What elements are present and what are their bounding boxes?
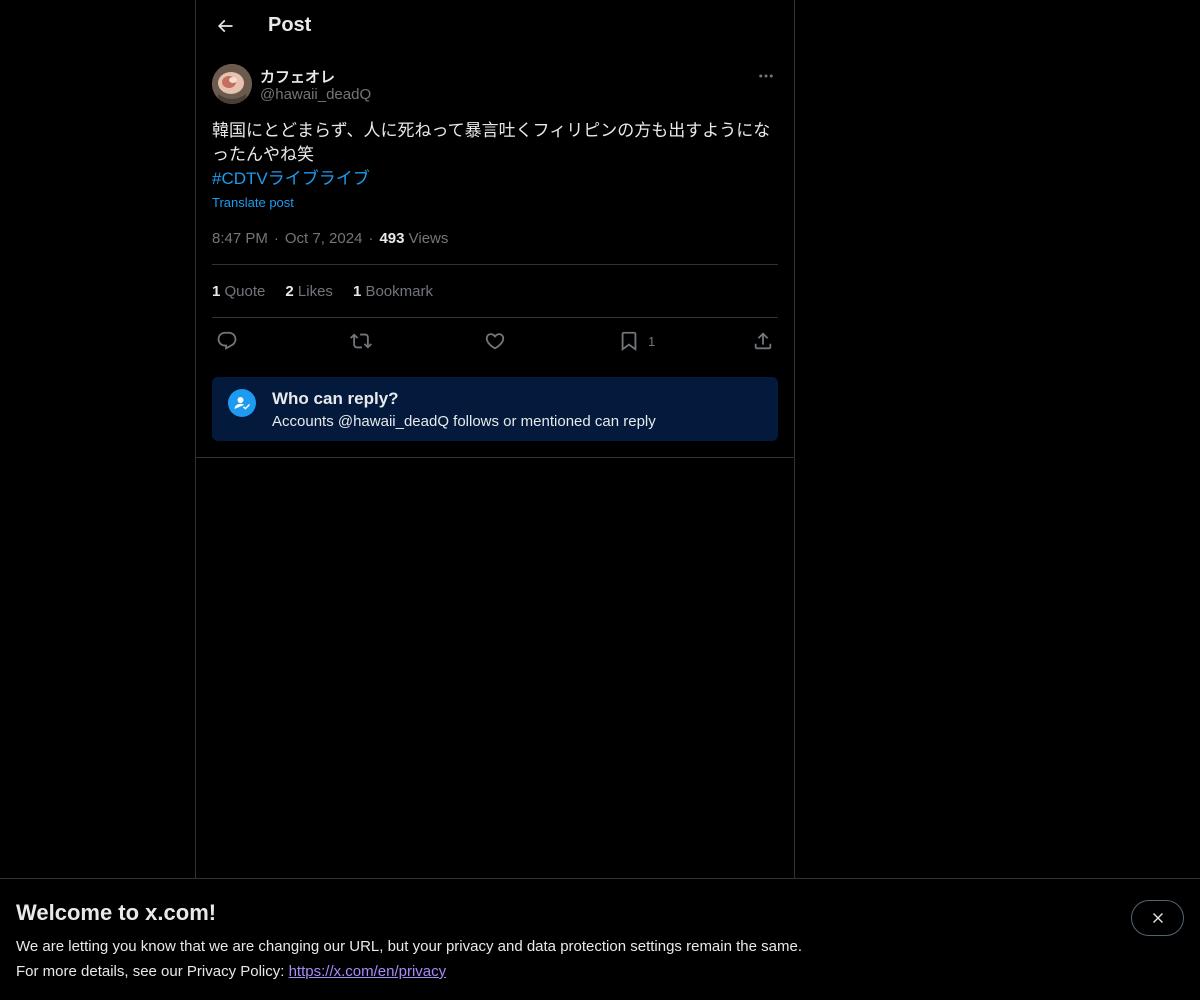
avatar[interactable]	[212, 64, 252, 104]
post-date[interactable]: Oct 7, 2024	[285, 230, 363, 247]
separator-dot: ·	[273, 230, 279, 247]
banner-privacy-prefix: For more details, see our Privacy Policy…	[16, 963, 289, 980]
page-title: Post	[268, 14, 312, 36]
author-handle[interactable]: @hawaii_deadQ	[260, 86, 371, 103]
main-column: Post カフェオレ @hawaii_deadQ 韓国にとどまらず、人に死ねって…	[195, 0, 795, 878]
banner-title: Welcome to x.com!	[16, 900, 217, 925]
divider	[212, 264, 778, 265]
translate-post-link[interactable]: Translate post	[212, 195, 294, 210]
quotes-count: 1	[212, 283, 221, 300]
bookmark-icon	[621, 331, 637, 352]
post-body: 韓国にとどまらず、人に死ねって暴言吐くフィリピンの方も出すようになったんやね笑	[212, 121, 771, 164]
more-options-button[interactable]	[754, 64, 778, 88]
privacy-policy-link[interactable]: https://x.com/en/privacy	[289, 963, 447, 980]
share-button[interactable]	[752, 329, 774, 353]
welcome-banner: Welcome to x.com! We are letting you kno…	[0, 878, 1200, 1000]
close-icon	[1152, 913, 1163, 923]
quotes-stat[interactable]: 1 Quote	[212, 283, 265, 300]
like-button[interactable]	[484, 329, 506, 353]
page-header: Post	[196, 0, 794, 53]
banner-message: We are letting you know that we are chan…	[16, 938, 802, 955]
action-bar: 1	[212, 329, 778, 355]
repost-button[interactable]	[350, 329, 372, 353]
back-button[interactable]	[208, 9, 242, 43]
close-banner-button[interactable]	[1131, 900, 1184, 936]
views-count: 493	[379, 230, 405, 247]
separator-dot: ·	[368, 230, 374, 247]
divider	[212, 317, 778, 318]
author-display-name[interactable]: カフェオレ	[260, 66, 335, 87]
repost-icon	[350, 333, 372, 349]
post-time[interactable]: 8:47 PM	[212, 230, 268, 247]
banner-privacy-line: For more details, see our Privacy Policy…	[16, 963, 446, 980]
share-icon	[754, 332, 772, 350]
heart-icon	[485, 333, 505, 350]
bookmark-button[interactable]: 1	[618, 329, 655, 353]
likes-count: 2	[285, 283, 294, 300]
bookmarks-label: Bookmark	[365, 283, 433, 300]
reply-button[interactable]	[216, 329, 238, 353]
back-arrow-icon	[217, 19, 233, 33]
hashtag-link[interactable]: #CDTVライブライブ	[212, 167, 778, 191]
bookmark-count: 1	[648, 333, 656, 349]
more-icon	[759, 74, 773, 78]
quotes-label: Quote	[224, 283, 266, 300]
divider	[196, 457, 794, 458]
who-can-reply-notice: Who can reply? Accounts @hawaii_deadQ fo…	[212, 377, 778, 441]
bookmarks-count: 1	[352, 283, 362, 300]
avatar-image	[212, 64, 252, 104]
views-label: Views	[408, 230, 449, 247]
bookmarks-stat[interactable]: 1 Bookmark	[353, 283, 433, 300]
likes-label: Likes	[297, 283, 333, 300]
post-meta: 8:47 PM · Oct 7, 2024 · 493 Views	[212, 230, 448, 247]
who-can-reply-description: Accounts @hawaii_deadQ follows or mentio…	[272, 413, 656, 430]
reply-icon	[217, 331, 237, 350]
post-text: 韓国にとどまらず、人に死ねって暴言吐くフィリピンの方も出すようになったんやね笑 …	[212, 119, 778, 191]
mentioned-user-icon	[228, 389, 256, 417]
who-can-reply-title: Who can reply?	[272, 389, 399, 408]
post-stats: 1 Quote 2 Likes 1 Bookmark	[212, 283, 433, 300]
likes-stat[interactable]: 2 Likes	[285, 283, 333, 300]
